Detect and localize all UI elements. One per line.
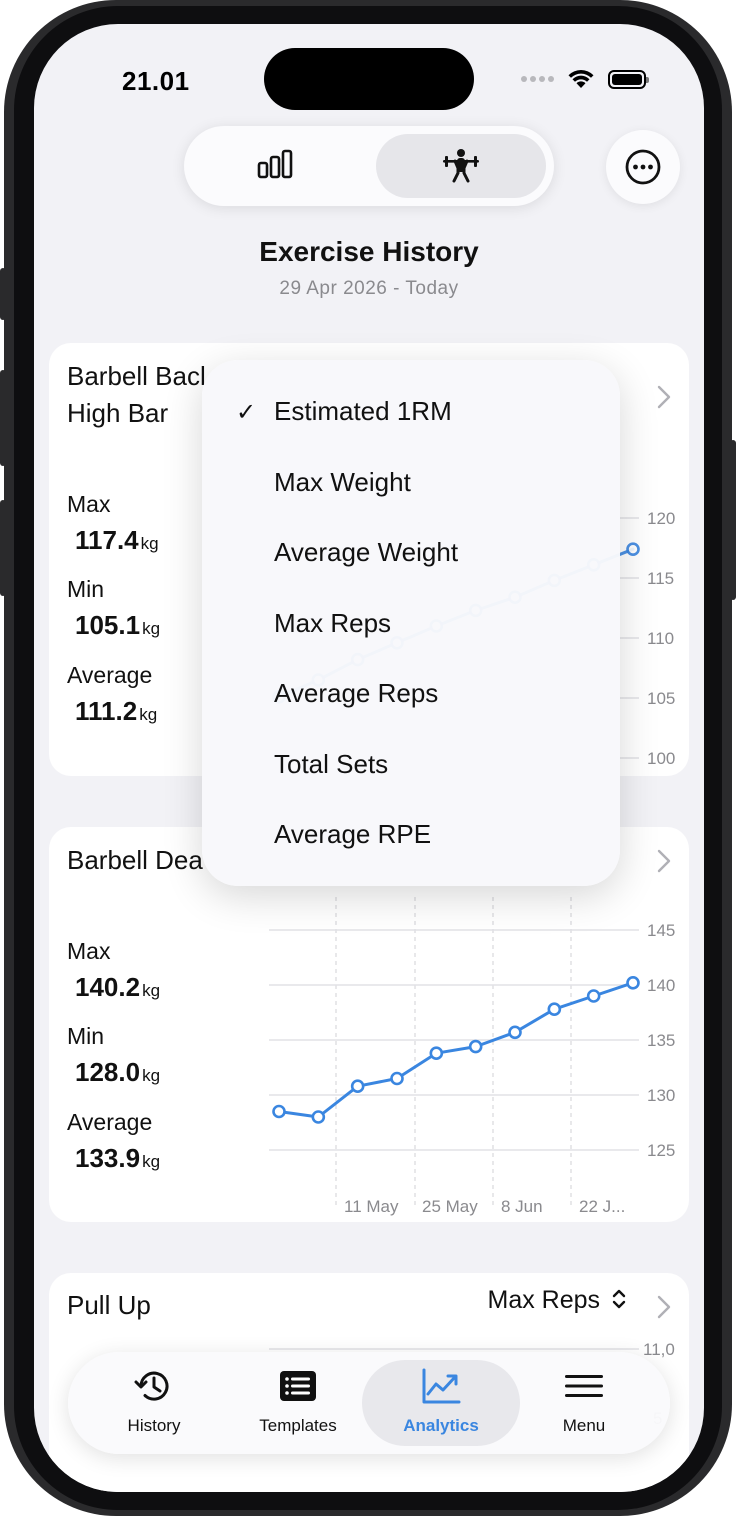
action-button [0, 268, 6, 320]
tab-analytics[interactable]: Analytics [371, 1352, 511, 1454]
tab-label: Menu [562, 1416, 606, 1435]
cellular-signal-icon [521, 76, 554, 82]
data-point [508, 1025, 522, 1040]
stat-max-label: Max [67, 491, 111, 517]
tab-bar: History Templates Analytics Menu [68, 1352, 670, 1454]
tab-label: Analytics [403, 1416, 479, 1435]
history-icon [134, 1371, 169, 1401]
tab-label: History [127, 1416, 181, 1435]
data-series-line [277, 981, 635, 1119]
metric-selector[interactable]: Max Reps [488, 1286, 628, 1315]
card-title: Barbell Dea [67, 845, 203, 875]
y-tick-label: 105 [647, 689, 675, 708]
data-point [311, 1110, 326, 1124]
menu-item-max-reps[interactable]: Max Reps [274, 608, 391, 639]
stat-min-label: Min [67, 576, 105, 602]
screen: 21.01 Exercise History 29 Apr 2026 - Tod… [34, 24, 704, 1492]
analytics-icon [422, 1368, 461, 1404]
dynamic-island [264, 48, 474, 110]
y-tick-label: 135 [647, 1031, 675, 1050]
menu-item-total-sets[interactable]: Total Sets [274, 749, 388, 780]
metric-dropdown-menu: ✓ Estimated 1RM Max Weight Average Weigh… [202, 360, 620, 886]
x-tick-label: 11 May [344, 1197, 399, 1216]
segment-overview[interactable] [256, 146, 296, 186]
y-tick-label: 110 [647, 629, 674, 648]
y-tick-label: 130 [647, 1086, 675, 1105]
menu-icon [565, 1375, 603, 1397]
data-point [350, 1079, 365, 1093]
wifi-icon [568, 69, 594, 88]
x-tick-label: 22 J... [579, 1197, 625, 1216]
data-point [390, 1071, 404, 1086]
data-point [429, 1046, 444, 1060]
x-tick-label: 25 May [422, 1197, 478, 1216]
segment-exercises[interactable] [441, 146, 481, 186]
date-range: 29 Apr 2026 - Today [279, 278, 459, 299]
ellipsis-circle-icon [625, 149, 661, 185]
stat-average-label: Average [67, 662, 153, 688]
stat-min-label: Min [67, 1023, 105, 1049]
stat-min-value: 105.1 kg [75, 610, 161, 640]
volume-up-button [0, 370, 6, 466]
deadlift-line-chart: 125 130 135 140 145 11 May 25 May 8 Jun 22 J... [269, 897, 675, 1216]
menu-item-average-rpe[interactable]: Average RPE [274, 819, 431, 850]
card-title: Pull Up [67, 1290, 151, 1320]
stat-average-value: 111.2 kg [75, 696, 158, 726]
weightlifter-icon [443, 149, 479, 183]
battery-icon [608, 69, 649, 89]
chevron-up-down-icon [612, 1289, 626, 1309]
chevron-right-icon [657, 385, 671, 409]
stat-min-value: 128.0 kg [75, 1057, 161, 1087]
x-tick-label: 8 Jun [501, 1197, 543, 1216]
power-button [730, 440, 736, 600]
y-tick-label: 115 [647, 569, 674, 588]
y-tick-label: 100 [647, 749, 675, 768]
stat-average-label: Average [67, 1109, 153, 1135]
tab-menu[interactable]: Menu [514, 1352, 654, 1454]
y-tick-label: 120 [647, 509, 675, 528]
view-segmented-control [184, 126, 554, 206]
stat-max-value: 117.4 kg [75, 525, 159, 555]
card-title-line2: High Bar [67, 398, 169, 428]
bar-chart-icon [257, 149, 293, 179]
data-point [468, 1039, 483, 1054]
data-point [272, 1104, 286, 1119]
card-title-line1: Barbell Bacl [67, 361, 206, 391]
stat-average-value: 133.9 kg [75, 1143, 161, 1173]
exercise-card-deadlift[interactable]: Barbell Dea Max 140.2 kg Min 128.0 kg Aver… [49, 827, 689, 1222]
data-point [547, 1002, 562, 1016]
volume-down-button [0, 500, 6, 596]
data-point [626, 976, 640, 990]
tab-templates[interactable]: Templates [228, 1352, 368, 1454]
y-tick-label: 140 [647, 976, 675, 995]
tab-history[interactable]: History [84, 1352, 224, 1454]
stat-max-value: 140.2 kg [75, 972, 161, 1002]
tab-label: Templates [259, 1416, 337, 1435]
status-icons [521, 68, 649, 90]
y-tick-label: 145 [647, 921, 675, 940]
menu-item-average-weight[interactable]: Average Weight [274, 537, 458, 568]
templates-icon [280, 1371, 316, 1401]
menu-item-average-reps[interactable]: Average Reps [274, 678, 438, 709]
menu-item-max-weight[interactable]: Max Weight [274, 467, 411, 498]
page-title: Exercise History [259, 236, 479, 267]
y-tick-label: 125 [647, 1141, 675, 1160]
menu-item-estimated-1rm[interactable]: Estimated 1RM [274, 396, 452, 427]
chevron-right-icon [657, 849, 671, 873]
stat-max-label: Max [67, 938, 111, 964]
data-point [626, 542, 640, 556]
checkmark-icon: ✓ [236, 399, 257, 426]
chevron-right-icon [657, 1295, 671, 1319]
more-options-button[interactable] [606, 130, 680, 204]
status-time: 21.01 [122, 66, 190, 96]
data-point [586, 989, 601, 1003]
